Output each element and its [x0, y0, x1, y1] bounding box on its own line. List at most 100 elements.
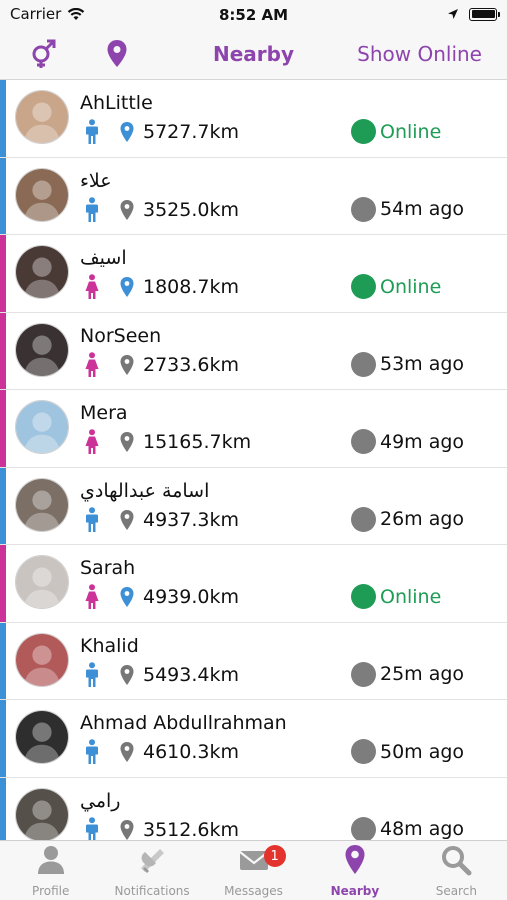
- user-row[interactable]: رامي 3512.6km 48m ago: [0, 777, 507, 841]
- status-dot: [351, 506, 376, 532]
- status-dot: [351, 196, 376, 222]
- gender-color-bar: [0, 700, 6, 777]
- navigation-bar: Nearby Show Online: [0, 28, 507, 80]
- tab-label: Search: [435, 884, 477, 898]
- user-row[interactable]: Sarah 4939.0km Online: [0, 545, 507, 623]
- status-indicator: 54m ago: [351, 196, 465, 222]
- tab-nearby[interactable]: Nearby: [304, 841, 405, 900]
- avatar[interactable]: [15, 632, 69, 687]
- distance-label: 3512.6km: [143, 818, 239, 841]
- gender-filter-icon[interactable]: [26, 37, 60, 71]
- user-row[interactable]: NorSeen 2733.6km 53m ago: [0, 312, 507, 390]
- status-indicator: 49m ago: [351, 429, 464, 454]
- distance-label: 5493.4km: [143, 663, 239, 686]
- location-pin-icon: [119, 664, 135, 686]
- location-pin-icon[interactable]: [100, 37, 134, 71]
- distance-label: 1808.7km: [143, 276, 239, 298]
- male-icon: [84, 661, 100, 688]
- location-pin-icon: [119, 741, 135, 763]
- distance-label: 4610.3km: [143, 741, 239, 763]
- show-online-button[interactable]: Show Online: [357, 42, 482, 66]
- location-pin-icon: [338, 843, 372, 884]
- avatar[interactable]: [15, 322, 69, 377]
- user-name: رامي: [80, 789, 121, 812]
- gender-color-bar: [0, 80, 6, 157]
- status-indicator: 25m ago: [351, 661, 465, 687]
- status-label: Online: [380, 275, 442, 298]
- status-label: 54m ago: [380, 198, 465, 220]
- status-indicator: Online: [351, 119, 441, 144]
- distance-label: 4937.3km: [143, 508, 239, 531]
- gender-color-bar: [0, 312, 6, 389]
- status-dot: [351, 351, 376, 377]
- female-icon: [84, 274, 100, 300]
- status-label: 50m ago: [380, 740, 465, 763]
- status-indicator: 53m ago: [351, 351, 464, 377]
- distance-label: 3525.0km: [143, 198, 239, 221]
- status-indicator: 48m ago: [351, 816, 465, 840]
- avatar[interactable]: [15, 90, 69, 144]
- status-label: 49m ago: [380, 430, 465, 453]
- user-row[interactable]: علاء 3525.0km 54m ago: [0, 157, 507, 235]
- avatar[interactable]: [15, 167, 69, 222]
- tab-messages[interactable]: Messages 1: [203, 841, 304, 900]
- user-row[interactable]: اسامة عبدالهادي 4937.3km 26m ago: [0, 467, 507, 545]
- status-indicator: Online: [351, 274, 441, 299]
- distance-label: 2733.6km: [143, 353, 239, 376]
- unread-badge: 1: [263, 845, 286, 867]
- status-label: Online: [380, 120, 442, 143]
- tab-search[interactable]: Search: [406, 841, 507, 900]
- user-name: علاء: [80, 169, 112, 192]
- location-pin-icon: [119, 431, 135, 453]
- status-label: 48m ago: [380, 818, 465, 840]
- status-indicator: 50m ago: [351, 739, 464, 764]
- status-label: 26m ago: [380, 508, 465, 530]
- user-row[interactable]: Mera 15165.7km 49m ago: [0, 390, 507, 468]
- male-icon: [84, 196, 100, 223]
- gender-color-bar: [0, 390, 6, 467]
- status-indicator: Online: [351, 584, 441, 609]
- tab-label: Messages: [224, 884, 283, 898]
- distance-label: 15165.7km: [143, 431, 252, 453]
- tab-label: Nearby: [330, 884, 380, 898]
- avatar[interactable]: [15, 787, 69, 840]
- tab-bar: Profile Notifications Messages 1 Nearby Searc…: [0, 840, 507, 900]
- tab-label: Profile: [32, 884, 70, 898]
- user-row[interactable]: اسيف 1808.7km Online: [0, 235, 507, 313]
- user-row[interactable]: Khalid 5493.4km 25m ago: [0, 622, 507, 700]
- gender-color-bar: [0, 777, 6, 840]
- avatar[interactable]: [15, 710, 69, 764]
- female-icon: [84, 584, 100, 610]
- avatar[interactable]: [15, 245, 69, 299]
- user-name: Khalid: [80, 634, 139, 657]
- tab-profile[interactable]: Profile: [0, 841, 101, 900]
- status-bar: Carrier 8:52 AM: [0, 0, 507, 28]
- location-pin-icon: [119, 199, 135, 221]
- male-icon: [84, 739, 100, 765]
- user-name: اسيف: [80, 247, 127, 269]
- avatar[interactable]: [15, 400, 69, 454]
- megaphone-icon: [135, 843, 169, 884]
- battery-icon: [469, 7, 500, 21]
- status-dot: [351, 274, 376, 299]
- female-icon: [84, 351, 100, 378]
- clock: 8:52 AM: [218, 6, 289, 24]
- distance-label: 4939.0km: [143, 586, 239, 608]
- user-name: NorSeen: [80, 324, 162, 347]
- avatar[interactable]: [15, 477, 69, 532]
- user-name: اسامة عبدالهادي: [80, 479, 210, 502]
- location-pin-icon: [119, 354, 135, 376]
- status-label: 25m ago: [380, 663, 465, 685]
- male-icon: [84, 816, 100, 840]
- user-name: AhLittle: [80, 92, 153, 114]
- location-pin-icon: [119, 509, 135, 531]
- location-pin-icon: [119, 276, 135, 298]
- user-row[interactable]: Ahmad Abdullrahman 4610.3km 50m ago: [0, 700, 507, 778]
- person-icon: [34, 843, 68, 884]
- status-dot: [351, 816, 376, 840]
- status-indicator: 26m ago: [351, 506, 465, 532]
- user-row[interactable]: AhLittle 5727.7km Online: [0, 80, 507, 158]
- tab-notifications[interactable]: Notifications: [101, 841, 202, 900]
- avatar[interactable]: [15, 555, 69, 609]
- gender-color-bar: [0, 622, 6, 699]
